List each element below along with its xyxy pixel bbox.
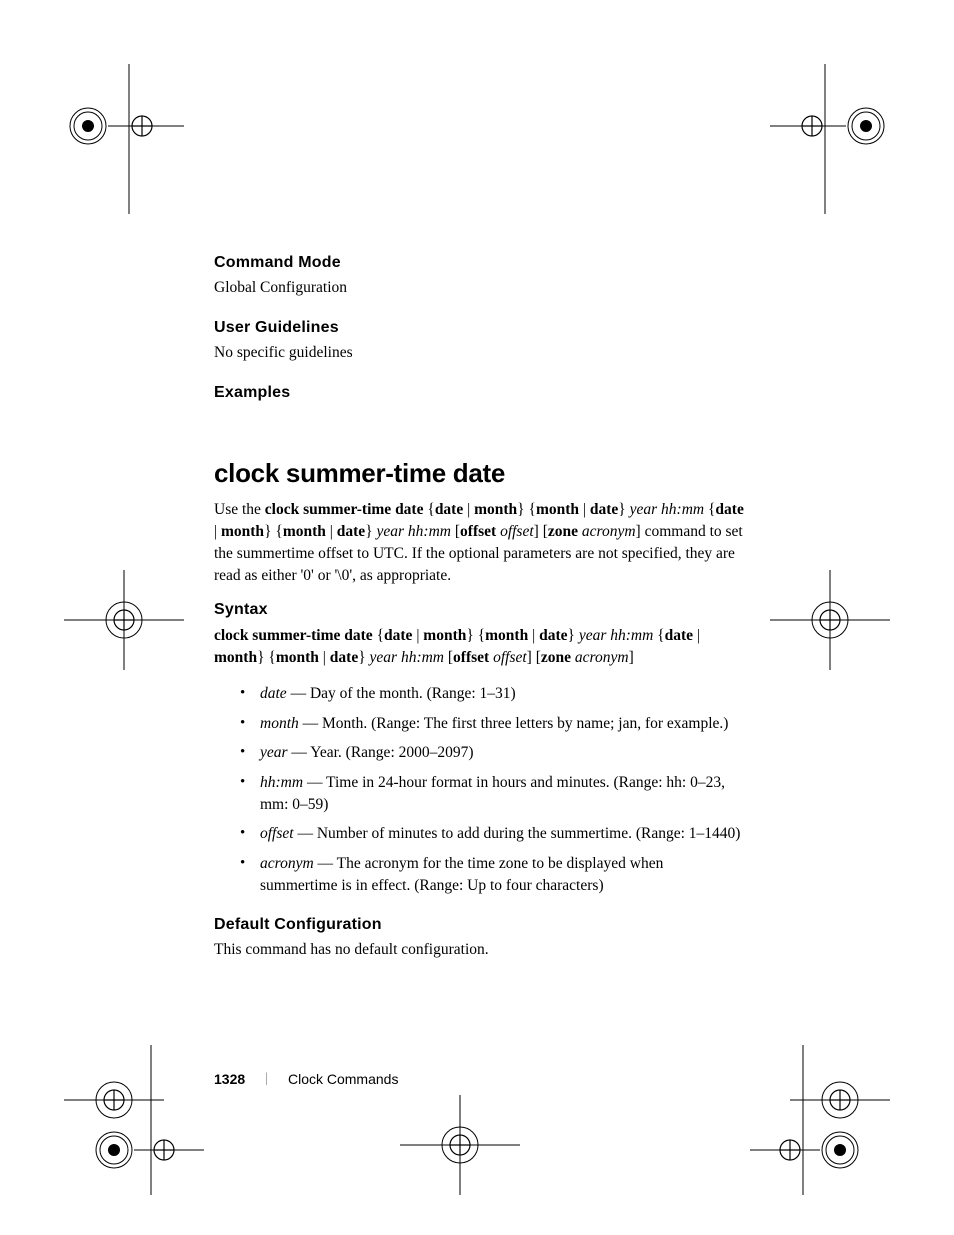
param-list: date — Day of the month. (Range: 1–31) mo… <box>240 683 744 897</box>
param-desc: — Number of minutes to add during the su… <box>294 825 741 842</box>
param-desc: — Year. (Range: 2000–2097) <box>288 744 474 761</box>
param-name: month <box>260 715 299 732</box>
crop-mark-bottom-left <box>64 1045 204 1195</box>
crop-mark-mid-left <box>64 570 184 670</box>
param-item: year — Year. (Range: 2000–2097) <box>240 742 744 764</box>
page-number: 1328 <box>214 1071 245 1087</box>
user-guidelines-body: No specific guidelines <box>214 343 744 364</box>
default-config-body: This command has no default configuratio… <box>214 940 744 961</box>
crop-mark-top-right <box>770 64 890 214</box>
param-name: offset <box>260 825 294 842</box>
param-item: offset — Number of minutes to add during… <box>240 823 744 845</box>
footer-divider: | <box>265 1071 268 1087</box>
param-name: date <box>260 685 287 702</box>
intro-prefix: Use the <box>214 501 265 518</box>
param-name: acronym <box>260 855 314 872</box>
param-desc: — Time in 24-hour format in hours and mi… <box>260 774 725 813</box>
default-config-heading: Default Configuration <box>214 916 744 934</box>
crop-mark-bottom-right <box>750 1045 890 1195</box>
param-desc: — Day of the month. (Range: 1–31) <box>287 685 516 702</box>
param-item: date — Day of the month. (Range: 1–31) <box>240 683 744 705</box>
examples-heading: Examples <box>214 384 744 402</box>
page-content: Command Mode Global Configuration User G… <box>214 254 744 981</box>
param-item: month — Month. (Range: The first three l… <box>240 713 744 735</box>
param-name: hh:mm <box>260 774 303 791</box>
command-title: clock summer-time date <box>214 458 744 489</box>
param-item: acronym — The acronym for the time zone … <box>240 853 744 896</box>
param-desc: — The acronym for the time zone to be di… <box>260 855 663 894</box>
command-mode-body: Global Configuration <box>214 278 744 299</box>
crop-mark-mid-right <box>770 570 890 670</box>
user-guidelines-heading: User Guidelines <box>214 319 744 337</box>
crop-mark-top-left <box>64 64 184 214</box>
crop-mark-bottom-center <box>400 1095 520 1195</box>
param-item: hh:mm — Time in 24-hour format in hours … <box>240 772 744 815</box>
command-mode-heading: Command Mode <box>214 254 744 272</box>
syntax-heading: Syntax <box>214 601 744 619</box>
param-desc: — Month. (Range: The first three letters… <box>299 715 729 732</box>
page-footer: 1328 | Clock Commands <box>214 1071 398 1087</box>
param-name: year <box>260 744 288 761</box>
syntax-line: clock summer-time date {date | month} {m… <box>214 625 744 669</box>
command-intro: Use the clock summer-time date {date | m… <box>214 499 744 587</box>
footer-section-name: Clock Commands <box>288 1071 398 1087</box>
